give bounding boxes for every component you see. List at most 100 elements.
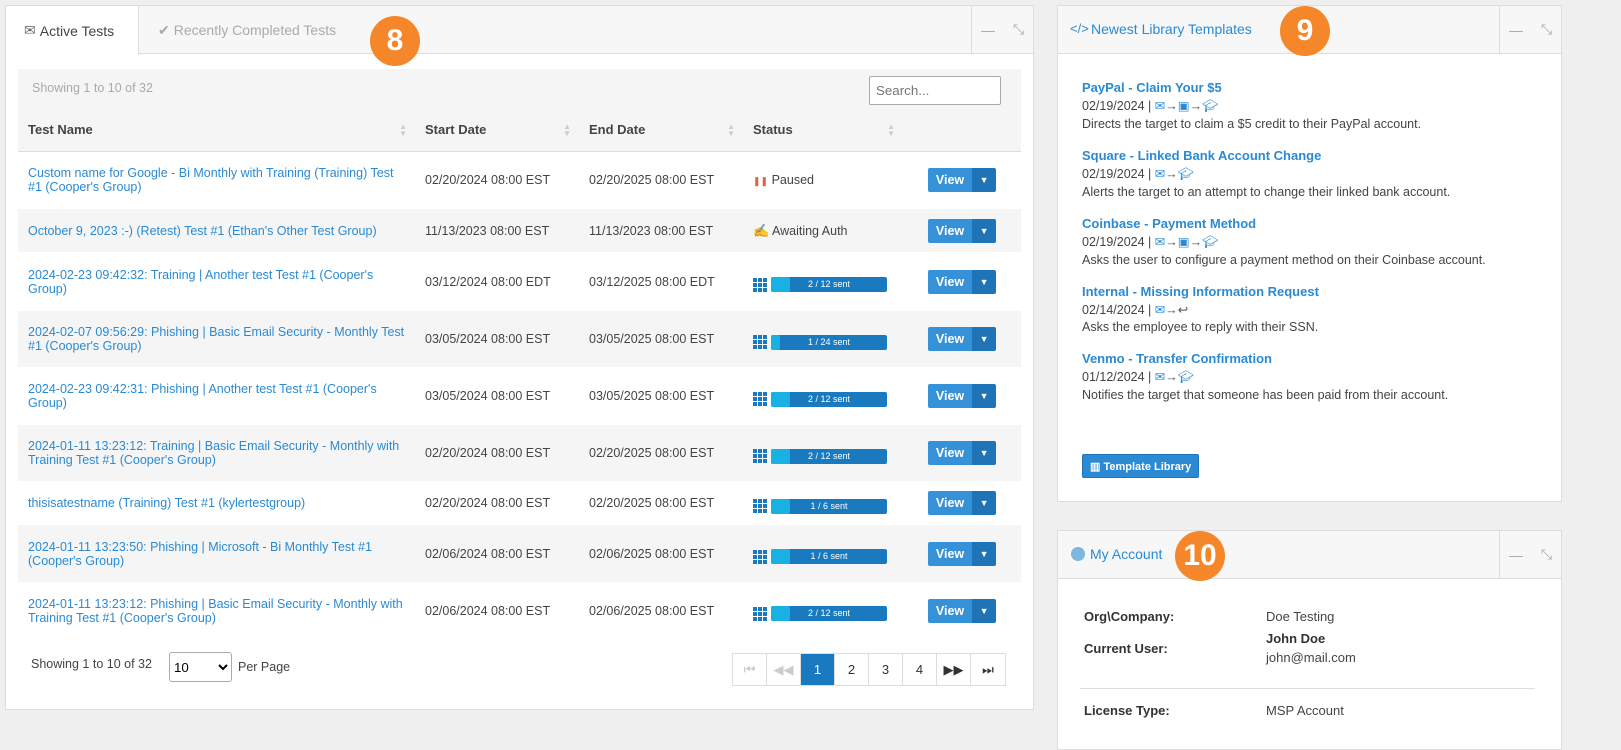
start-date: 03/05/2024 08:00 EST xyxy=(425,389,551,403)
column-header-end-date[interactable]: End Date ▲ ▼ xyxy=(579,109,743,152)
template-item: Square - Linked Bank Account Change 02/1… xyxy=(1082,148,1552,199)
status-cell: 1 / 6 sent xyxy=(743,525,903,582)
view-dropdown-toggle[interactable]: ▼ xyxy=(972,168,997,193)
collapse-icon[interactable]: ⤡ xyxy=(1541,21,1552,38)
view-dropdown-toggle[interactable]: ▼ xyxy=(972,327,997,351)
panel-title[interactable]: My Account xyxy=(1090,546,1162,562)
progress-status: 2 / 12 sent xyxy=(753,391,887,407)
end-date: 03/05/2025 08:00 EST xyxy=(589,389,715,403)
per-page-select[interactable]: 10 xyxy=(169,652,232,682)
arrow-icon: → xyxy=(1189,235,1203,249)
search-input[interactable] xyxy=(869,76,1001,105)
view-button[interactable]: View xyxy=(927,218,973,243)
test-name-link[interactable]: 2024-01-11 13:23:12: Phishing | Basic Em… xyxy=(28,597,403,625)
template-title-link[interactable]: Coinbase - Payment Method xyxy=(1082,216,1256,231)
previous-page-button[interactable]: ◀◀ xyxy=(767,654,801,685)
status-cell: ✍ Awaiting Auth xyxy=(743,209,903,252)
view-button[interactable]: View xyxy=(927,441,973,465)
view-dropdown-toggle[interactable]: ▼ xyxy=(972,218,997,243)
view-button-group: View ▼ xyxy=(927,491,997,515)
test-name-link[interactable]: 2024-02-07 09:56:29: Phishing | Basic Em… xyxy=(28,325,404,353)
minimize-icon[interactable]: — xyxy=(1509,22,1523,38)
tab-recently-completed[interactable]: ✔ Recently Completed Tests xyxy=(158,6,336,54)
view-dropdown-toggle[interactable]: ▼ xyxy=(972,441,997,465)
tab-active-tests[interactable]: ✉ Active Tests xyxy=(6,6,139,55)
signature-icon: ✍ xyxy=(753,222,770,238)
column-header-actions xyxy=(903,109,1021,152)
test-name-link[interactable]: 2024-01-11 13:23:50: Phishing | Microsof… xyxy=(28,540,372,568)
end-date: 02/20/2025 08:00 EST xyxy=(579,425,743,481)
panel-controls: — ⤡ xyxy=(971,6,1033,53)
end-date: 02/06/2025 08:00 EST xyxy=(579,525,743,582)
license-label: License Type: xyxy=(1084,703,1170,718)
active-tests-panel: ✉ Active Tests ✔ Recently Completed Tests … xyxy=(5,5,1034,710)
status-cell: ❚❚ Paused xyxy=(743,151,903,209)
end-date: 02/06/2025 08:00 EST xyxy=(589,603,715,618)
end-date: 03/05/2025 08:00 EST xyxy=(579,311,743,367)
showing-info-bottom: Showing 1 to 10 of 32 xyxy=(31,657,152,671)
collapse-icon[interactable]: ⤡ xyxy=(1013,21,1024,38)
progress-bar: 1 / 6 sent xyxy=(771,549,887,565)
column-header-test-name[interactable]: Test Name ▲ ▼ xyxy=(18,109,415,152)
page-1-button[interactable]: 1 xyxy=(801,654,835,685)
end-date: 02/20/2025 08:00 EST xyxy=(589,496,715,510)
template-title-link[interactable]: Internal - Missing Information Request xyxy=(1082,284,1319,299)
template-title-link[interactable]: Venmo - Transfer Confirmation xyxy=(1082,351,1272,366)
view-dropdown-toggle[interactable]: ▼ xyxy=(972,598,997,623)
view-dropdown-toggle[interactable]: ▼ xyxy=(972,491,997,515)
grid-icon xyxy=(753,449,767,464)
table-row: 2024-01-11 13:23:12: Phishing | Basic Em… xyxy=(18,582,1021,639)
view-dropdown-toggle[interactable]: ▼ xyxy=(972,269,997,294)
annotation-badge: 8 xyxy=(370,16,420,66)
view-button[interactable]: View xyxy=(927,269,973,294)
first-page-button[interactable]: ⏮ xyxy=(733,654,767,685)
minimize-icon[interactable]: — xyxy=(1509,547,1523,563)
next-page-button[interactable]: ▶▶ xyxy=(937,654,971,685)
status-cell: 2 / 12 sent xyxy=(743,252,903,311)
page-2-button[interactable]: 2 xyxy=(835,654,869,685)
template-description: Asks the user to configure a payment met… xyxy=(1082,253,1486,267)
column-header-start-date[interactable]: Start Date ▲ ▼ xyxy=(415,109,579,152)
test-name-link[interactable]: thisisatestname (Training) Test #1 (kyle… xyxy=(28,496,305,510)
template-description: Notifies the target that someone has bee… xyxy=(1082,388,1449,402)
panel-header: ✉ Active Tests ✔ Recently Completed Tests … xyxy=(6,6,1033,66)
view-button[interactable]: View xyxy=(927,168,973,193)
page-4-button[interactable]: 4 xyxy=(903,654,937,685)
test-name-link[interactable]: 2024-01-11 13:23:12: Training | Basic Em… xyxy=(28,439,399,467)
test-name-link[interactable]: Custom name for Google - Bi Monthly with… xyxy=(28,166,393,194)
user-circle-icon xyxy=(1071,547,1085,561)
table-row: 2024-02-07 09:56:29: Phishing | Basic Em… xyxy=(18,311,1021,367)
status-cell: 1 / 24 sent xyxy=(743,311,903,367)
view-button[interactable]: View xyxy=(927,384,973,408)
page-3-button[interactable]: 3 xyxy=(869,654,903,685)
test-name-link[interactable]: 2024-02-23 09:42:31: Phishing | Another … xyxy=(28,382,377,410)
grid-icon xyxy=(753,606,767,621)
table-row: October 9, 2023 :-) (Retest) Test #1 (Et… xyxy=(18,209,1021,252)
user-label: Current User: xyxy=(1084,641,1168,656)
template-title-link[interactable]: Square - Linked Bank Account Change xyxy=(1082,148,1321,163)
template-item: Coinbase - Payment Method 02/19/2024 | ✉… xyxy=(1082,216,1552,267)
view-dropdown-toggle[interactable]: ▼ xyxy=(972,541,997,566)
org-value: Doe Testing xyxy=(1266,609,1335,624)
view-button[interactable]: View xyxy=(927,541,973,566)
template-list: PayPal - Claim Your $5 02/19/2024 | ✉→▣→… xyxy=(1082,80,1552,419)
grid-icon xyxy=(753,335,767,350)
column-header-status[interactable]: Status ▲ ▼ xyxy=(743,109,903,152)
grid-icon xyxy=(753,549,767,564)
view-dropdown-toggle[interactable]: ▼ xyxy=(972,384,997,408)
test-name-link[interactable]: October 9, 2023 :-) (Retest) Test #1 (Et… xyxy=(28,224,377,238)
view-button[interactable]: View xyxy=(927,491,973,515)
minimize-icon[interactable]: — xyxy=(981,22,995,38)
test-name-link[interactable]: 2024-02-23 09:42:32: Training | Another … xyxy=(28,268,373,296)
template-item: PayPal - Claim Your $5 02/19/2024 | ✉→▣→… xyxy=(1082,80,1552,131)
template-title-link[interactable]: PayPal - Claim Your $5 xyxy=(1082,80,1222,95)
panel-title[interactable]: Newest Library Templates xyxy=(1091,21,1252,37)
view-button[interactable]: View xyxy=(927,327,973,351)
collapse-icon[interactable]: ⤡ xyxy=(1541,546,1552,563)
start-date: 11/13/2023 08:00 EST xyxy=(415,209,579,252)
template-library-button[interactable]: ▥ Template Library xyxy=(1082,454,1200,478)
panel-controls: — ⤡ xyxy=(1499,6,1561,53)
start-date: 02/20/2024 08:00 EST xyxy=(425,496,551,510)
view-button[interactable]: View xyxy=(927,598,973,623)
last-page-button[interactable]: ⏭ xyxy=(971,654,1005,685)
